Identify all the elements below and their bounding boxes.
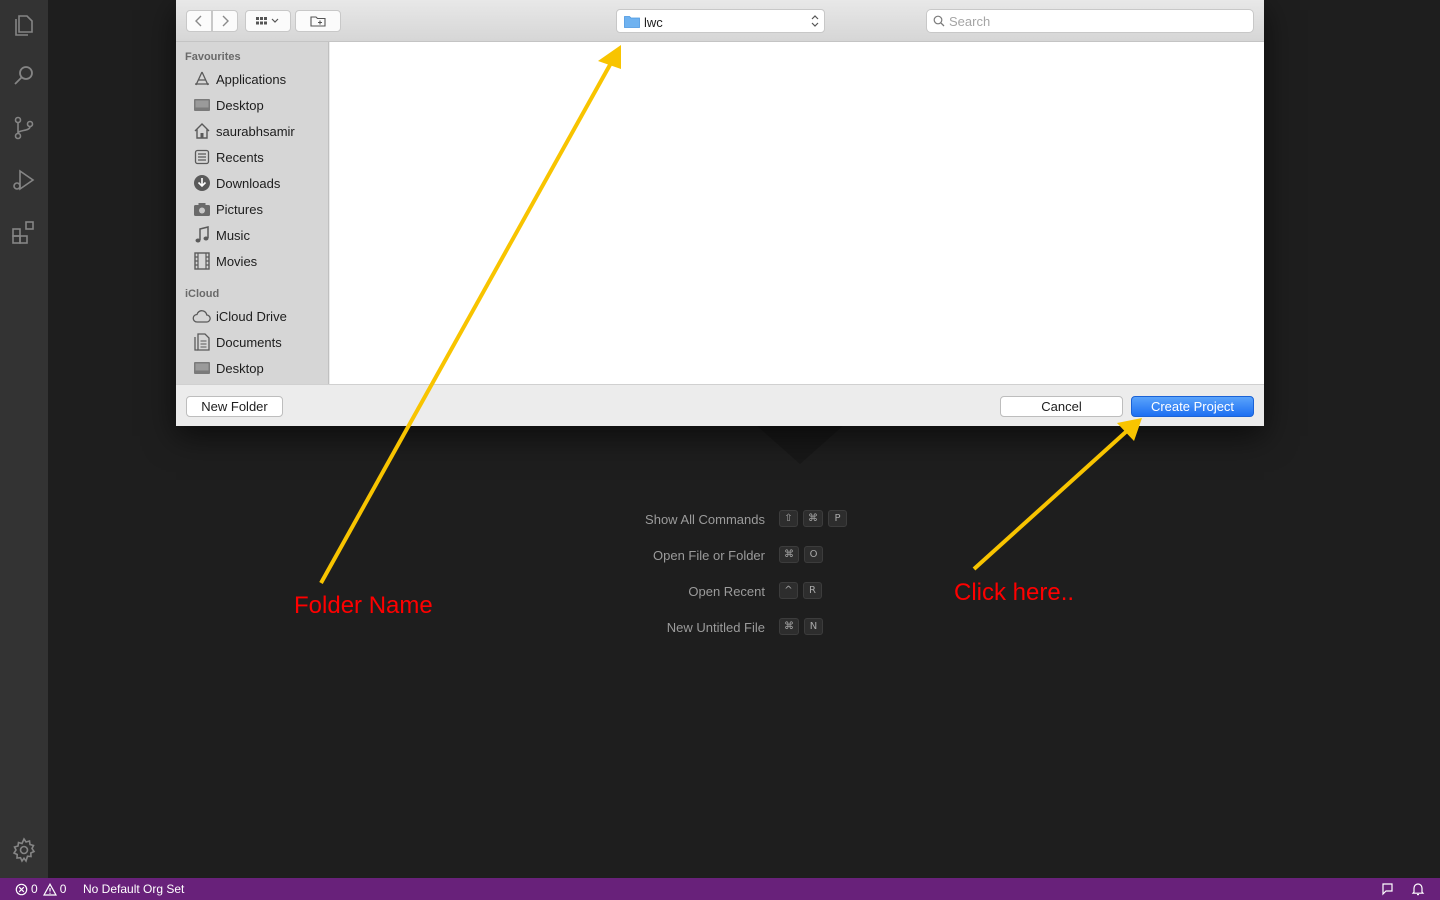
notifications-bell-icon[interactable] [1411, 882, 1425, 896]
shortcut-open-file-or-folder[interactable]: Open File or Folder ⌘ O [560, 546, 900, 566]
new-folder-icon [310, 16, 326, 27]
film-icon [192, 252, 211, 271]
sidebar-item-label: Desktop [216, 360, 264, 376]
sidebar-item-label: Documents [216, 334, 282, 350]
key-cap: ⇧ [779, 510, 798, 527]
sidebar-item-label: Pictures [216, 201, 263, 217]
status-bar: 0 0 No Default Org Set [0, 878, 1440, 900]
warning-icon [42, 882, 57, 896]
grid-view-icon [256, 17, 279, 25]
activity-bar [0, 0, 48, 878]
icloud-section-label: iCloud [185, 288, 220, 300]
sidebar-item-label: saurabhsamir [216, 123, 295, 139]
error-icon [15, 883, 28, 895]
sidebar-item-label: Recents [216, 149, 264, 165]
music-icon [192, 226, 211, 245]
sidebar-item-desktop[interactable]: Desktop [192, 94, 326, 116]
shortcut-label: Open Recent [688, 584, 765, 599]
back-button[interactable] [186, 10, 212, 32]
sidebar-item-recents[interactable]: Recents [192, 146, 326, 168]
warning-count: 0 [59, 882, 67, 896]
dialog-footer: New Folder Cancel Create Project [176, 384, 1264, 426]
applications-icon [192, 70, 211, 89]
create-project-button[interactable]: Create Project [1131, 396, 1254, 417]
settings-gear-icon[interactable] [10, 836, 38, 864]
shortcut-label: Show All Commands [645, 512, 765, 527]
updown-arrows-icon [811, 15, 819, 27]
error-count: 0 [31, 882, 38, 896]
key-cap: P [828, 510, 847, 527]
documents-icon [192, 333, 211, 352]
sidebar-item-music[interactable]: Music [192, 224, 326, 246]
explorer-icon[interactable] [10, 10, 38, 38]
extensions-icon[interactable] [10, 218, 38, 246]
search-input[interactable] [949, 12, 1249, 30]
sidebar-item-label: iCloud Drive [216, 308, 287, 324]
file-browser-area[interactable] [330, 42, 1264, 384]
folder-icon [624, 16, 640, 28]
source-control-icon[interactable] [10, 114, 38, 142]
sidebar-item-icloud-drive[interactable]: iCloud Drive [192, 305, 326, 327]
chevron-left-icon [195, 15, 202, 27]
org-label: No Default Org Set [83, 882, 185, 896]
location-path-label: lwc [644, 15, 663, 30]
shortcut-label: New Untitled File [666, 620, 765, 635]
key-cap: R [803, 582, 822, 599]
shortcut-show-all-commands[interactable]: Show All Commands ⇧ ⌘ P [560, 510, 900, 530]
sidebar-item-label: Applications [216, 71, 287, 87]
sidebar-item-label: Music [216, 227, 250, 243]
sidebar-item-applications[interactable]: Applications [192, 68, 326, 90]
cancel-button[interactable]: Cancel [1000, 396, 1123, 417]
dialog-sidebar: Favourites Applications Desktop saurabhs… [176, 42, 329, 384]
sidebar-item-icloud-desktop[interactable]: Desktop [192, 357, 326, 379]
recents-icon [192, 148, 211, 167]
key-cap: ⌘ [779, 546, 799, 563]
run-debug-icon[interactable] [10, 166, 38, 194]
search-icon[interactable] [10, 62, 38, 90]
desktop-icon [192, 96, 211, 115]
sidebar-item-home[interactable]: saurabhsamir [192, 120, 326, 142]
key-cap: ^ [779, 582, 798, 599]
new-folder-button[interactable]: New Folder [186, 396, 283, 417]
create-project-dialog: lwc Favourites Applications Desktop saur… [176, 0, 1264, 426]
click-here-annotation: Click here.. [954, 579, 1075, 606]
sidebar-item-pictures[interactable]: Pictures [192, 198, 326, 220]
cloud-icon [192, 307, 211, 326]
sidebar-item-label: Desktop [216, 97, 264, 113]
magnifier-icon [933, 15, 945, 27]
camera-icon [192, 200, 211, 219]
shortcut-new-untitled-file[interactable]: New Untitled File ⌘ N [560, 618, 900, 638]
new-folder-toolbar-button[interactable] [295, 10, 341, 32]
search-field[interactable] [926, 9, 1254, 33]
sidebar-item-label: Movies [216, 253, 258, 269]
shortcut-open-recent[interactable]: Open Recent ^ R [560, 582, 900, 602]
problems-indicator[interactable]: 0 0 [15, 882, 66, 896]
folder-name-annotation: Folder Name [294, 592, 433, 619]
desktop-icon [192, 359, 211, 378]
shortcut-label: Open File or Folder [653, 548, 765, 563]
sidebar-item-downloads[interactable]: Downloads [192, 172, 326, 194]
default-org-status[interactable]: No Default Org Set [83, 882, 184, 896]
location-path-select[interactable]: lwc [616, 9, 825, 33]
key-cap: ⌘ [779, 618, 799, 635]
forward-button[interactable] [212, 10, 238, 32]
view-options-button[interactable] [245, 10, 291, 32]
sidebar-item-movies[interactable]: Movies [192, 250, 326, 272]
key-cap: N [804, 618, 823, 635]
downloads-icon [192, 174, 211, 193]
key-cap: ⌘ [803, 510, 823, 527]
sidebar-item-label: Downloads [216, 175, 281, 191]
key-cap: O [804, 546, 823, 563]
dialog-toolbar: lwc [176, 0, 1264, 42]
feedback-icon[interactable] [1381, 882, 1395, 896]
favourites-section-label: Favourites [185, 51, 241, 63]
chevron-right-icon [222, 15, 229, 27]
home-icon [192, 122, 211, 141]
sidebar-item-documents[interactable]: Documents [192, 331, 326, 353]
